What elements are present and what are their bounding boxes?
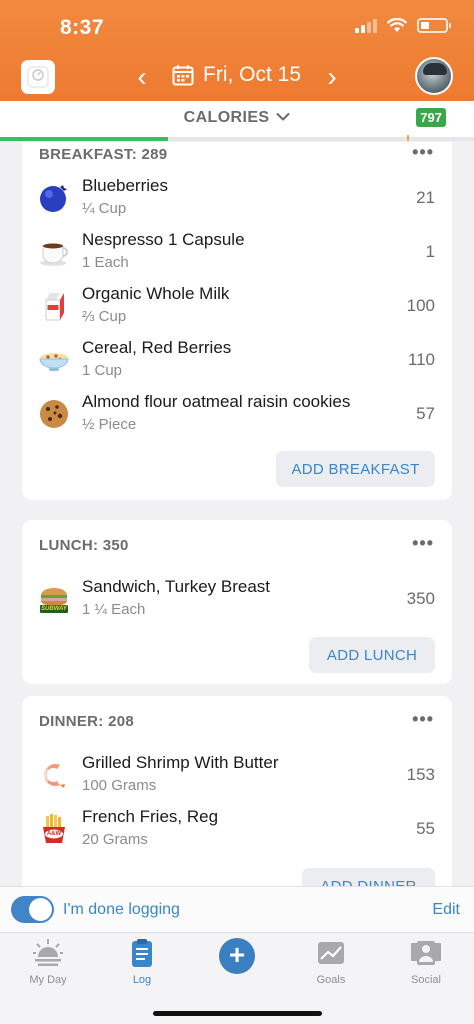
food-item-shrimp[interactable]: Grilled Shrimp With Butter 100 Grams 153 [22, 749, 452, 803]
food-item-nespresso[interactable]: Nespresso 1 Capsule 1 Each 1 [22, 226, 452, 280]
food-item-milk[interactable]: Organic Whole Milk ⅔ Cup 100 [22, 280, 452, 334]
add-lunch-button[interactable]: ADD LUNCH [309, 637, 435, 673]
goal-marker [407, 135, 409, 141]
lunch-more-button[interactable]: ••• [412, 533, 434, 554]
edit-button[interactable]: Edit [432, 901, 460, 919]
food-calories: 153 [406, 765, 435, 784]
clipboard-icon [132, 939, 152, 967]
food-log-scroll[interactable]: BREAKFAST: 289 ••• Blueberries ¼ Cup 21 … [0, 142, 474, 886]
social-people-icon [411, 941, 441, 965]
food-calories: 100 [406, 296, 435, 315]
food-calories: 55 [416, 819, 435, 838]
food-serving: ½ Piece [82, 416, 137, 433]
calorie-progress-bar [0, 135, 474, 141]
coffee-cup-icon [40, 243, 68, 266]
app-header: 8:37 ‹ Fri, Oct 15 › [0, 0, 474, 101]
next-day-button[interactable]: › [320, 60, 344, 94]
food-name: Cereal, Red Berries [82, 338, 232, 357]
subway-logo-text: SUBWAY [41, 606, 67, 612]
cereal-bowl-icon [39, 353, 69, 371]
lunch-title: LUNCH: 350 [39, 537, 129, 554]
dinner-title: DINNER: 208 [39, 713, 134, 730]
blueberry-icon [40, 185, 67, 212]
food-serving: ¼ Cup [82, 200, 127, 217]
chevron-down-icon [276, 113, 290, 121]
done-logging-toggle[interactable] [11, 896, 54, 923]
date-selector[interactable]: Fri, Oct 15 [172, 63, 301, 87]
avatar[interactable] [415, 57, 453, 95]
food-item-sandwich[interactable]: SUBWAY Sandwich, Turkey Breast 1 ¼ Each … [22, 573, 452, 627]
food-serving: 1 ¼ Each [82, 601, 146, 618]
food-name: Nespresso 1 Capsule [82, 230, 245, 249]
food-name: Grilled Shrimp With Butter [82, 753, 279, 772]
calendar-icon [172, 65, 194, 86]
metric-selector-bar: CALORIES 797 [0, 101, 474, 141]
food-serving: 20 Grams [82, 831, 148, 848]
metric-label: CALORIES [183, 109, 270, 126]
goals-chart-icon [318, 942, 344, 964]
food-serving: 1 Each [82, 254, 129, 271]
food-item-cookies[interactable]: Almond flour oatmeal raisin cookies ½ Pi… [22, 388, 452, 442]
food-serving: 100 Grams [82, 777, 157, 794]
battery-icon [417, 18, 451, 33]
metric-dropdown[interactable]: CALORIES [0, 109, 474, 127]
done-logging-label: I'm done logging [63, 901, 180, 918]
lunch-card: LUNCH: 350 ••• SUBWAY Sandwich, Turkey B… [22, 520, 452, 684]
tab-bar: My Day Log + Goals Social [0, 932, 474, 1024]
breakfast-more-button[interactable]: ••• [412, 142, 434, 163]
previous-day-button[interactable]: ‹ [130, 60, 154, 94]
scale-icon[interactable] [21, 60, 55, 94]
food-serving: ⅔ Cup [82, 308, 127, 325]
food-item-cereal[interactable]: Cereal, Red Berries 1 Cup 110 [22, 334, 452, 388]
tab-label: Social [411, 974, 441, 986]
done-logging-bar: I'm done logging Edit [0, 886, 474, 932]
tab-social[interactable]: Social [388, 937, 464, 986]
food-calories: 110 [407, 350, 435, 369]
food-name: French Fries, Reg [82, 807, 219, 826]
tab-my-day[interactable]: My Day [10, 937, 86, 986]
aw-fries-icon: A&W [38, 813, 70, 845]
sunrise-icon [33, 939, 63, 966]
add-dinner-button[interactable]: ADD DINNER [302, 868, 435, 886]
food-name: Almond flour oatmeal raisin cookies [82, 392, 351, 411]
subway-sandwich-icon: SUBWAY [38, 583, 70, 615]
cellular-signal-icon [355, 18, 377, 33]
shrimp-icon [44, 764, 65, 788]
tab-log[interactable]: Log [104, 937, 180, 986]
tab-label: Log [132, 974, 152, 986]
tab-label: Goals [316, 974, 346, 986]
date-label: Fri, Oct 15 [203, 63, 302, 86]
breakfast-card: BREAKFAST: 289 ••• Blueberries ¼ Cup 21 … [22, 142, 452, 500]
food-item-blueberries[interactable]: Blueberries ¼ Cup 21 [22, 172, 452, 226]
tab-label: My Day [29, 974, 67, 986]
calorie-progress-fill [0, 137, 169, 141]
dinner-more-button[interactable]: ••• [412, 709, 434, 730]
remaining-calories-badge: 797 [416, 108, 446, 127]
food-calories: 21 [416, 188, 435, 207]
aw-logo-text: A&W [46, 831, 62, 837]
food-name: Blueberries [82, 176, 168, 195]
food-serving: 1 Cup [82, 362, 123, 379]
home-indicator [153, 1011, 322, 1016]
status-time: 8:37 [60, 16, 105, 39]
status-icons [355, 18, 451, 33]
add-breakfast-button[interactable]: ADD BREAKFAST [276, 451, 435, 487]
cookie-icon [40, 400, 68, 428]
food-item-fries[interactable]: A&W French Fries, Reg 20 Grams 55 [22, 803, 452, 857]
dinner-card: DINNER: 208 ••• Grilled Shrimp With Butt… [22, 696, 452, 886]
food-calories: 350 [406, 589, 435, 608]
food-calories: 1 [425, 242, 435, 261]
milk-carton-icon [45, 293, 64, 321]
tab-goals[interactable]: Goals [293, 937, 369, 986]
breakfast-title: BREAKFAST: 289 [39, 146, 168, 163]
plus-icon[interactable]: + [219, 938, 255, 974]
food-calories: 57 [416, 404, 435, 423]
food-name: Sandwich, Turkey Breast [82, 577, 271, 596]
wifi-icon [387, 18, 407, 32]
food-name: Organic Whole Milk [82, 284, 230, 303]
